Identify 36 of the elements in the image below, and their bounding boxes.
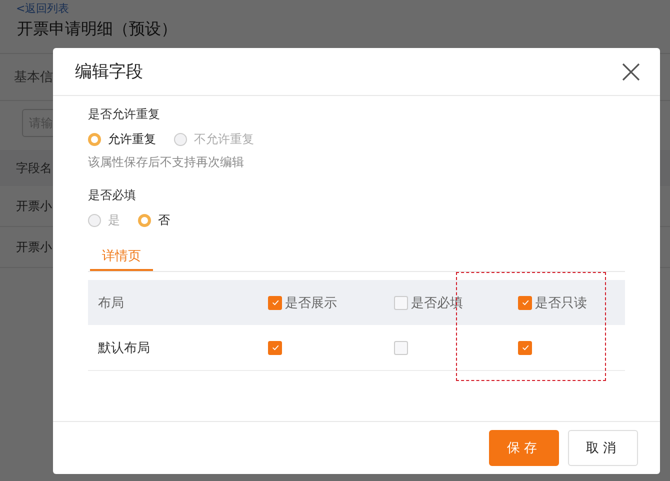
cancel-button[interactable]: 取消	[568, 430, 638, 466]
field-label: 是否允许重复	[88, 106, 161, 123]
checkbox[interactable]	[518, 296, 532, 310]
close-icon[interactable]	[622, 62, 640, 80]
column-header: 是否展示	[285, 294, 337, 312]
check-icon	[270, 343, 280, 352]
checkbox[interactable]	[268, 296, 282, 310]
table-header: 字段名	[16, 160, 52, 176]
radio-option[interactable]: 是	[88, 212, 120, 228]
radio-icon[interactable]	[174, 132, 187, 146]
check-icon	[520, 343, 530, 352]
back-link[interactable]: <返回列表	[0, 0, 670, 15]
column-header: 是否只读	[535, 294, 587, 312]
page-title: 开票申请明细（预设）	[16, 18, 178, 40]
table-cell-text: 默认布局	[98, 340, 150, 356]
radio-icon[interactable]	[88, 132, 101, 146]
table-cell: 开票小	[16, 238, 52, 256]
radio-option[interactable]: 否	[138, 212, 170, 228]
checkbox[interactable]	[394, 296, 408, 310]
checkbox[interactable]	[268, 340, 282, 354]
table-cell: 开票小	[16, 198, 52, 214]
radio-icon[interactable]	[88, 214, 101, 226]
detail-tab[interactable]: 详情页	[90, 245, 153, 271]
page-tab[interactable]: 基本信	[14, 68, 53, 86]
field-label: 是否必填	[88, 187, 137, 204]
checkbox[interactable]	[394, 340, 408, 354]
radio-icon[interactable]	[138, 214, 151, 226]
column-header: 布局	[98, 294, 124, 312]
save-button[interactable]: 保存	[489, 430, 559, 466]
dialog-title: 编辑字段	[75, 61, 143, 83]
hint-text: 该属性保存后不支持再次编辑	[88, 154, 245, 171]
radio-option[interactable]: 不允许重复	[174, 130, 254, 148]
checkbox[interactable]	[518, 340, 532, 354]
check-icon	[520, 298, 530, 307]
radio-option[interactable]: 允许重复	[88, 130, 156, 148]
check-icon	[270, 298, 280, 307]
